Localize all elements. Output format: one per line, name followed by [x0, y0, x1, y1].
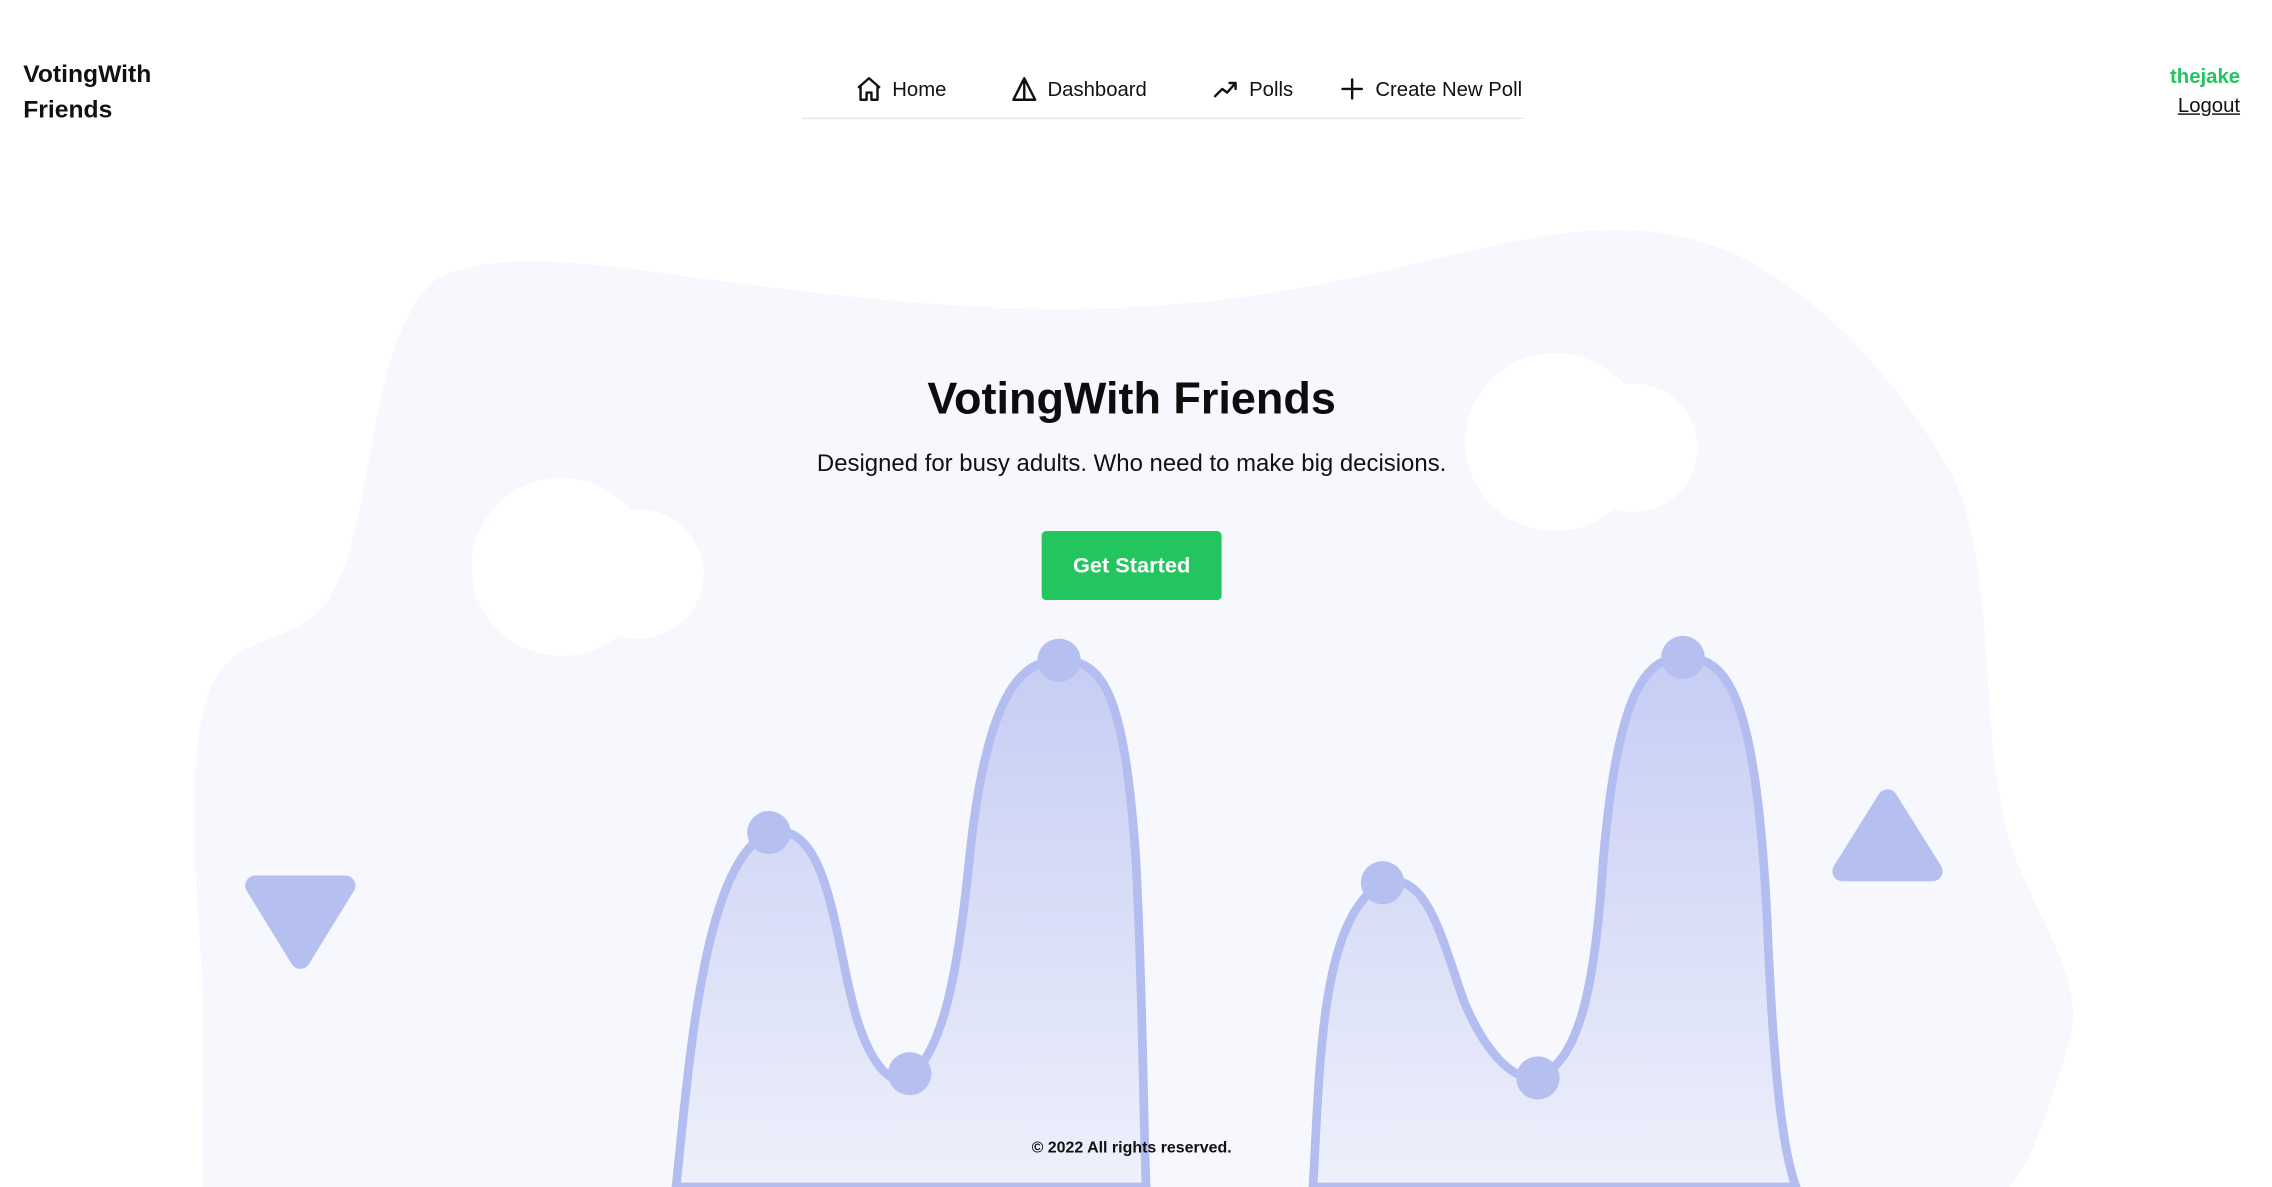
nav-item-label: Dashboard — [1047, 77, 1147, 101]
nav-item-home[interactable]: Home — [855, 72, 947, 106]
plus-icon — [1338, 75, 1367, 104]
hero-subtitle: Designed for busy adults. Who need to ma… — [816, 450, 1447, 477]
nav-item-label: Polls — [1249, 77, 1294, 101]
nav-item-label: Home — [892, 77, 947, 101]
brand-logo[interactable]: VotingWith Friends — [23, 56, 197, 128]
home-icon — [855, 75, 884, 104]
trending-up-icon — [1211, 75, 1240, 104]
nav-item-dashboard[interactable]: Dashboard — [1010, 72, 1147, 106]
get-started-button[interactable]: Get Started — [1041, 531, 1222, 600]
footer-copyright: © 2022 All rights reserved. — [1031, 1139, 1232, 1157]
username: thejake — [2170, 64, 2241, 88]
user-panel: thejake Logout — [2170, 63, 2240, 120]
main-nav: Home Dashboard Polls Create New Poll — [802, 63, 1524, 120]
logout-link[interactable]: Logout — [2178, 89, 2240, 121]
page: VotingWith Friends Home Dashboard Polls … — [0, 0, 2272, 1187]
nav-item-polls[interactable]: Polls — [1211, 72, 1293, 106]
nav-item-label: Create New Poll — [1375, 77, 1523, 101]
hero-title: VotingWith Friends — [927, 373, 1336, 424]
nav-item-create-poll[interactable]: Create New Poll — [1338, 72, 1522, 106]
dashboard-icon — [1010, 75, 1039, 104]
